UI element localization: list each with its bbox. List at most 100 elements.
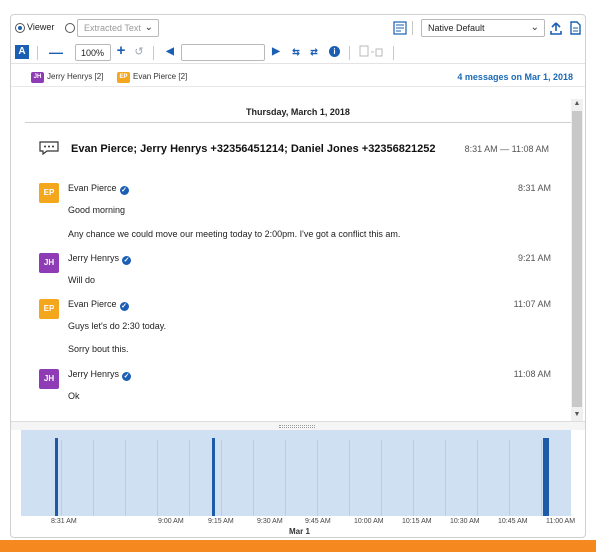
participant-name[interactable]: Evan Pierce [2] [133, 72, 187, 81]
timeline-gridline [477, 440, 478, 516]
toolbar-divider [37, 46, 38, 60]
timeline-gridline [445, 440, 446, 516]
toolbar-divider [153, 46, 154, 60]
message-text: Good morning [68, 205, 126, 215]
zoom-value: 100% [81, 48, 105, 58]
info-icon[interactable]: i [329, 46, 340, 57]
sender-name: Evan Pierce [68, 183, 117, 193]
date-divider [25, 122, 571, 123]
timeline-gridline [285, 440, 286, 516]
timeline-tick-label: 10:15 AM [402, 518, 432, 525]
avatar: EP [39, 183, 59, 203]
sender-name: Jerry Henrys [68, 253, 120, 263]
timeline-tick-label: 10:45 AM [498, 518, 528, 525]
toolbar-divider [349, 46, 350, 60]
message-text: Guys let's do 2:30 today. [68, 321, 167, 331]
timeline-gridline [317, 440, 318, 516]
export-document-icon[interactable] [568, 21, 582, 35]
display-mode-value: Native Default [428, 23, 485, 33]
message-list: Thursday, March 1, 2018 Evan Pierce; Jer… [25, 99, 571, 421]
message-text: Ok [68, 391, 80, 401]
timeline-event-bar[interactable] [546, 438, 550, 516]
viewer-label[interactable]: Viewer [27, 22, 54, 32]
zoom-in-icon[interactable]: + [115, 43, 127, 58]
timeline-tick-label: 11:00 AM [546, 518, 576, 525]
splitter-grip-icon[interactable] [279, 425, 315, 428]
message-time: 11:07 AM [513, 299, 551, 309]
timeline-gridline [61, 440, 62, 516]
extracted-text-radio[interactable] [65, 23, 75, 33]
mode-toolbar: Viewer Extracted Text ⌄ Native Default ⌄ [11, 19, 585, 39]
timeline-tick-label: 10:30 AM [450, 518, 480, 525]
message-text: Will do [68, 275, 96, 285]
message-viewer-window: Viewer Extracted Text ⌄ Native Default ⌄… [10, 14, 586, 538]
zoom-input[interactable]: 100% [75, 44, 111, 61]
message-sender: Evan Pierce ✓ [68, 183, 129, 195]
timeline-event-bar[interactable] [55, 438, 59, 516]
timeline-gridline [541, 440, 542, 516]
upload-icon[interactable] [549, 21, 563, 35]
message-time: 11:08 AM [513, 369, 551, 379]
scrollbar-thumb[interactable] [572, 111, 582, 407]
verified-icon: ✓ [119, 186, 129, 195]
copy-icon[interactable] [359, 45, 383, 59]
message-sender: Jerry Henrys ✓ [68, 369, 132, 381]
toolbar-divider [393, 46, 394, 60]
extracted-text-label: Extracted Text [84, 23, 141, 33]
chevron-down-icon: ⌄ [144, 22, 153, 33]
timeline-tick-label: 10:00 AM [354, 518, 384, 525]
timeline-tick-label: 9:15 AM [208, 518, 234, 525]
sender-name: Evan Pierce [68, 299, 117, 309]
viewer-radio[interactable] [15, 23, 25, 33]
verified-icon: ✓ [119, 302, 129, 311]
previous-hit-icon[interactable]: ◀ [165, 45, 175, 59]
timeline-event-bar[interactable] [211, 438, 215, 516]
conversation-title: Evan Pierce; Jerry Henrys +32356451214; … [71, 143, 436, 155]
participant-name[interactable]: Jerry Henrys [2] [47, 72, 103, 81]
timeline-gridline [413, 440, 414, 516]
participants-bar: JH Jerry Henrys [2] EP Evan Pierce [2] 4… [11, 69, 585, 87]
sender-name: Jerry Henrys [68, 369, 120, 379]
chat-bubble-icon [39, 141, 59, 155]
message-count: 4 messages on Mar 1, 2018 [457, 72, 573, 82]
timeline-gridline [189, 440, 190, 516]
next-hit-icon[interactable]: ▶ [271, 45, 281, 59]
highlight-previous-icon[interactable]: ⇆ [289, 45, 303, 59]
timeline-tick-label: 8:31 AM [51, 518, 77, 525]
display-mode-select[interactable]: Native Default ⌄ [421, 19, 545, 37]
timeline-tick-label: 9:30 AM [257, 518, 283, 525]
timeline-gridline [93, 440, 94, 516]
scroll-up-icon[interactable]: ▲ [571, 100, 583, 107]
timeline-tick-label: 9:00 AM [158, 518, 184, 525]
avatar: JH [39, 369, 59, 389]
pane-splitter[interactable] [11, 421, 585, 430]
document-toolbar: A — 100% + ↺ ◀ ▶ ⇆ ⇄ i [11, 42, 585, 64]
chevron-down-icon: ⌄ [530, 22, 539, 33]
message-time: 8:31 AM [517, 183, 551, 193]
timeline-plot[interactable] [21, 430, 571, 516]
message-sender: Evan Pierce ✓ [68, 299, 129, 311]
rotate-icon[interactable]: ↺ [133, 45, 145, 59]
extracted-text-select[interactable]: Extracted Text ⌄ [77, 19, 159, 37]
verified-icon: ✓ [122, 256, 132, 265]
conversation-time-range: 8:31 AM — 11:08 AM [464, 144, 549, 154]
toolbar-divider [412, 21, 413, 35]
timeline-gridline [253, 440, 254, 516]
timeline-date-label: Mar 1 [289, 527, 310, 536]
scroll-down-icon[interactable]: ▼ [571, 411, 583, 418]
timeline-gridline [157, 440, 158, 516]
verified-icon: ✓ [122, 372, 132, 381]
annotate-text-icon[interactable]: A [15, 45, 29, 59]
message-scrollbar[interactable]: ▲ ▼ [571, 99, 583, 421]
zoom-out-icon[interactable]: — [49, 45, 63, 59]
avatar: EP [39, 299, 59, 319]
timeline-gridline [349, 440, 350, 516]
footer-accent-bar [0, 540, 596, 552]
layout-icon[interactable] [393, 21, 407, 35]
timeline-gridline [125, 440, 126, 516]
search-input[interactable] [181, 44, 265, 61]
timeline-gridline [509, 440, 510, 516]
highlight-next-icon[interactable]: ⇄ [307, 45, 321, 59]
timeline-gridline [381, 440, 382, 516]
timeline-panel: 8:31 AM 9:00 AM 9:15 AM 9:30 AM 9:45 AM 10:00… [11, 430, 585, 537]
